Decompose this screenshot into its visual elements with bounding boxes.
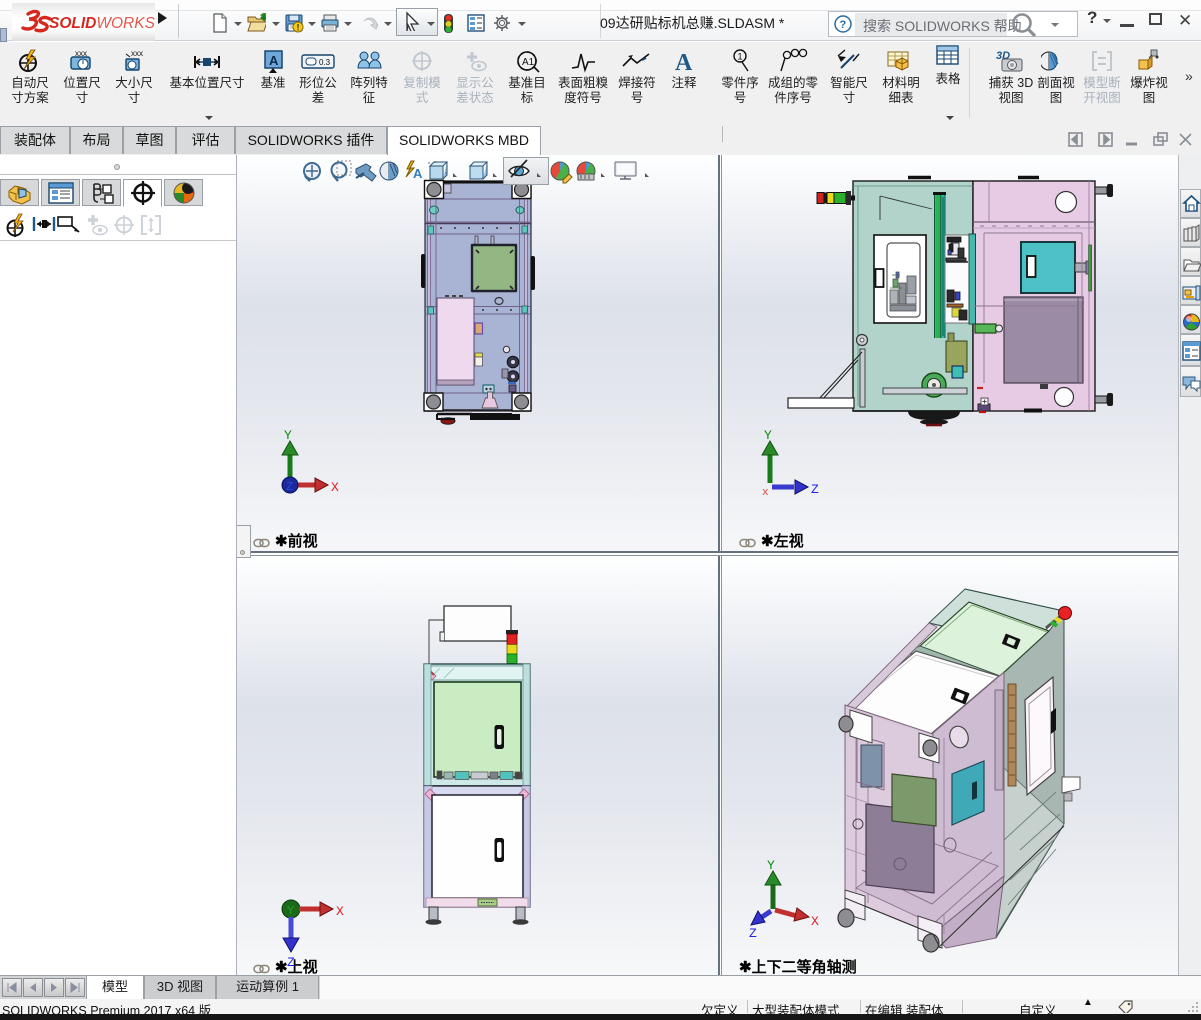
svg-text:Y: Y bbox=[284, 428, 292, 443]
svg-text:X: X bbox=[811, 914, 819, 929]
svg-text:Z: Z bbox=[286, 480, 293, 494]
svg-text:X: X bbox=[331, 480, 339, 495]
svg-text:A1: A1 bbox=[522, 57, 535, 68]
svg-text:A: A bbox=[413, 166, 423, 181]
svg-text:Y: Y bbox=[287, 904, 294, 918]
svg-text:A: A bbox=[675, 50, 693, 74]
svg-text:X: X bbox=[336, 904, 344, 919]
svg-text:Z: Z bbox=[811, 482, 819, 497]
svg-text:Z: Z bbox=[749, 926, 757, 940]
svg-text:Y: Y bbox=[767, 858, 775, 873]
svg-text:?: ? bbox=[840, 19, 847, 31]
svg-text:1: 1 bbox=[738, 52, 743, 62]
svg-text:0.3: 0.3 bbox=[319, 58, 331, 67]
svg-text:x: x bbox=[762, 487, 769, 499]
svg-text:Z: Z bbox=[287, 955, 295, 970]
svg-text:xxx: xxx bbox=[131, 49, 143, 58]
svg-text:A: A bbox=[269, 53, 279, 68]
svg-text:!: ! bbox=[297, 23, 300, 33]
svg-text:Y: Y bbox=[764, 428, 772, 443]
